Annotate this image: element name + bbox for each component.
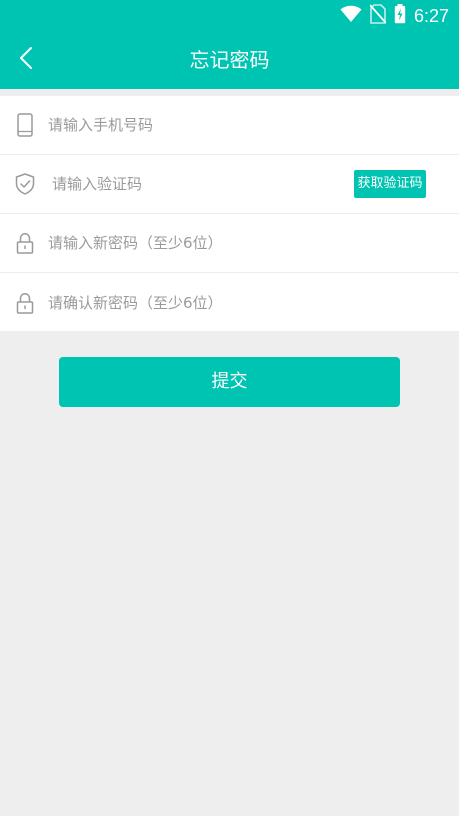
- app-bar: 忘记密码: [0, 32, 459, 89]
- reset-password-form: 获取验证码: [0, 96, 459, 331]
- page-title: 忘记密码: [189, 48, 270, 72]
- wifi-icon: [340, 5, 362, 27]
- phone-input[interactable]: [48, 110, 328, 140]
- confirm-password-row: [0, 273, 459, 332]
- get-code-button[interactable]: 获取验证码: [354, 170, 426, 198]
- back-button[interactable]: [8, 42, 44, 78]
- back-arrow-icon: [19, 46, 33, 74]
- confirm-password-input[interactable]: [48, 287, 328, 318]
- lock-icon: [15, 231, 35, 255]
- new-password-row: [0, 214, 459, 273]
- status-bar: 6:27: [0, 0, 459, 32]
- phone-row: [0, 96, 459, 155]
- shield-check-icon: [15, 172, 35, 196]
- status-time: 6:27: [413, 6, 449, 26]
- new-password-input[interactable]: [48, 228, 328, 258]
- no-sim-icon: [369, 4, 387, 28]
- status-icons: 6:27: [340, 4, 449, 28]
- submit-button[interactable]: 提交: [59, 357, 400, 407]
- battery-charging-icon: [394, 4, 406, 28]
- phone-icon: [15, 113, 35, 137]
- verification-code-input[interactable]: [52, 169, 312, 199]
- code-row: 获取验证码: [0, 155, 459, 214]
- lock-icon: [15, 291, 35, 315]
